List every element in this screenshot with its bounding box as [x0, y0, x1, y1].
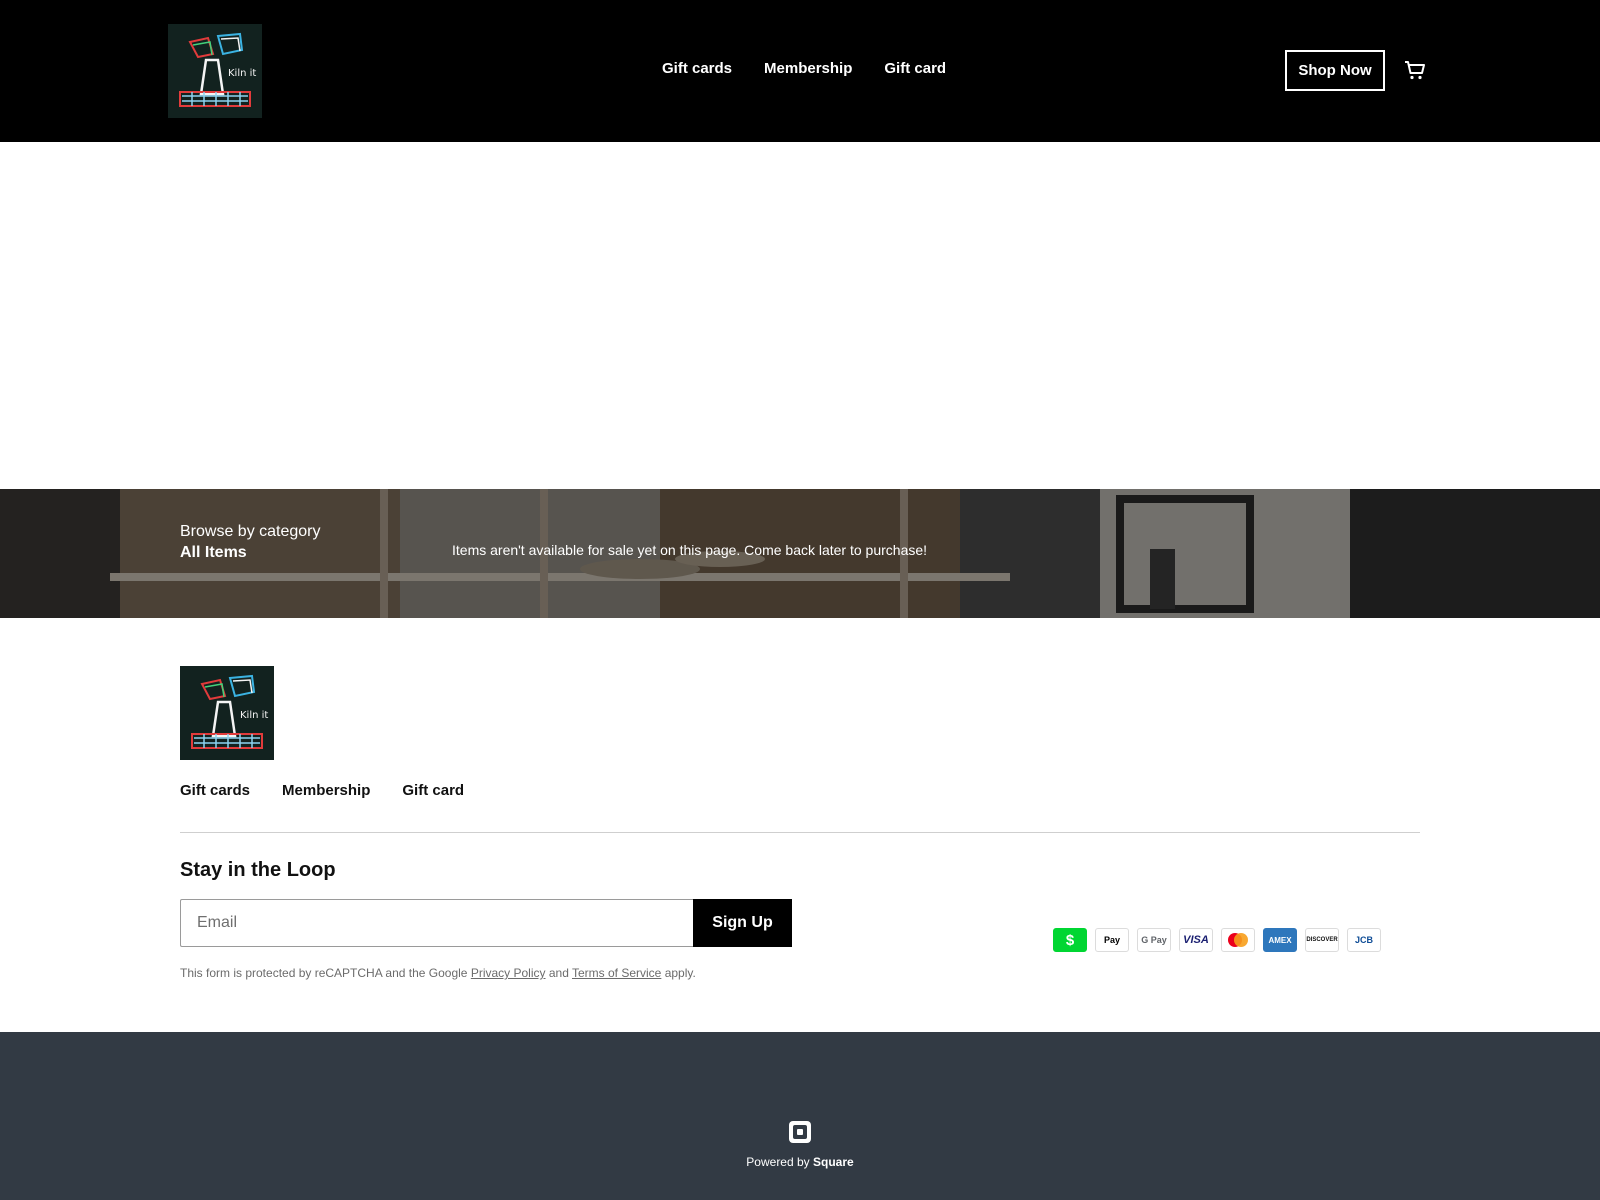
google-pay-icon: G Pay: [1137, 928, 1171, 952]
cart-icon[interactable]: [1403, 58, 1427, 82]
footer-divider: [180, 832, 1420, 833]
square-brand-link[interactable]: Square: [813, 1155, 854, 1169]
square-logo-icon[interactable]: [788, 1120, 812, 1144]
nav-gift-card[interactable]: Gift card: [884, 59, 946, 79]
browse-label: Browse by category: [180, 523, 321, 540]
jcb-icon: JCB: [1347, 928, 1381, 952]
shop-now-button[interactable]: Shop Now: [1285, 50, 1385, 91]
footer-nav-gift-card[interactable]: Gift card: [402, 782, 464, 799]
unavailable-notice: Items aren't available for sale yet on t…: [452, 542, 928, 558]
site-header: Kiln it Gift cards Membership Gift card …: [0, 0, 1600, 142]
nav-membership[interactable]: Membership: [764, 59, 852, 79]
main-nav: Gift cards Membership Gift card: [662, 59, 946, 79]
powered-by-text: Powered by Square: [746, 1155, 854, 1169]
privacy-policy-link[interactable]: Privacy Policy: [471, 966, 546, 980]
discover-icon: DISCOVER: [1305, 928, 1339, 952]
apple-pay-icon: Pay: [1095, 928, 1129, 952]
nav-gift-cards[interactable]: Gift cards: [662, 59, 732, 79]
footer-nav-membership[interactable]: Membership: [282, 782, 370, 799]
category-all-items[interactable]: All Items: [180, 542, 321, 564]
footer-logo[interactable]: Kiln it: [180, 666, 274, 760]
visa-icon: VISA: [1179, 928, 1213, 952]
recaptcha-notice: This form is protected by reCAPTCHA and …: [180, 966, 696, 980]
newsletter-title: Stay in the Loop: [180, 859, 336, 881]
cash-app-icon: $: [1053, 928, 1087, 952]
logo-wordmark: Kiln it: [228, 68, 256, 79]
powered-by-footer: Powered by Square: [0, 1032, 1600, 1200]
amex-icon: AMEX: [1263, 928, 1297, 952]
terms-of-service-link[interactable]: Terms of Service: [572, 966, 661, 980]
browse-by-category: Browse by category All Items: [180, 522, 321, 564]
footer-nav: Gift cards Membership Gift card: [180, 782, 464, 799]
site-logo[interactable]: Kiln it: [168, 24, 262, 118]
footer-logo-wordmark: Kiln it: [240, 710, 268, 721]
sign-up-button[interactable]: Sign Up: [693, 899, 792, 947]
category-banner: Browse by category All Items Items aren'…: [0, 489, 1600, 618]
payment-methods: $ Pay G Pay VISA AMEX DISCOVER JCB: [1053, 928, 1381, 952]
email-input[interactable]: [180, 899, 694, 947]
mastercard-icon: [1221, 928, 1255, 952]
footer-nav-gift-cards[interactable]: Gift cards: [180, 782, 250, 799]
